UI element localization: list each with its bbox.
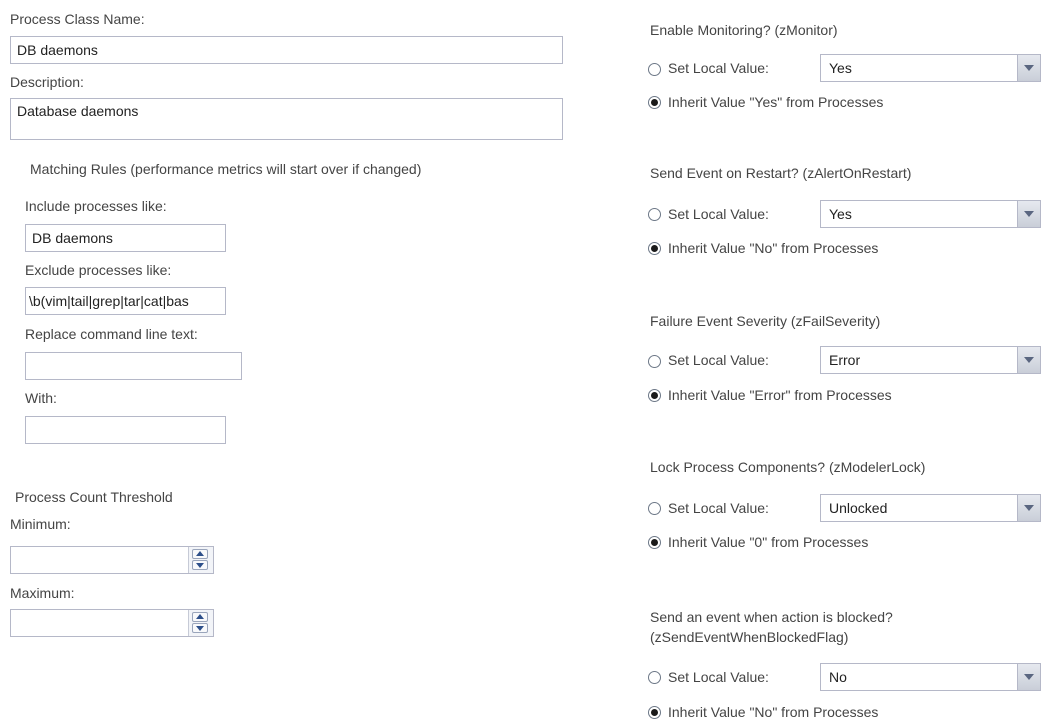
zmodelerlock-title: Lock Process Components? (zModelerLock) — [650, 459, 926, 475]
zsendevent-inherit-radio[interactable] — [648, 706, 661, 719]
zfailseverity-title: Failure Event Severity (zFailSeverity) — [650, 313, 881, 329]
zmonitor-title: Enable Monitoring? (zMonitor) — [650, 22, 838, 38]
zsendevent-set-local-radio[interactable] — [648, 671, 661, 684]
threshold-header: Process Count Threshold — [15, 489, 173, 505]
zfailseverity-set-local-label: Set Local Value: — [668, 352, 769, 368]
with-input[interactable] — [25, 416, 226, 444]
with-label: With: — [25, 390, 57, 406]
replace-input[interactable] — [25, 352, 242, 380]
maximum-increment-icon[interactable] — [192, 612, 208, 622]
zmodelerlock-local-select-value: Unlocked — [829, 500, 888, 516]
include-label: Include processes like: — [25, 198, 167, 214]
description-textarea[interactable]: Database daemons — [10, 98, 563, 140]
maximum-spinner-buttons — [188, 610, 213, 636]
zalertonrestart-local-select-value: Yes — [829, 206, 852, 222]
minimum-spinner-buttons — [188, 547, 213, 573]
zalertonrestart-inherit-radio[interactable] — [648, 242, 661, 255]
zfailseverity-local-select[interactable]: Error — [820, 346, 1041, 374]
zmodelerlock-set-local-radio[interactable] — [648, 502, 661, 515]
zmodelerlock-inherit-label: Inherit Value "0" from Processes — [668, 534, 869, 550]
zmonitor-set-local-label: Set Local Value: — [668, 60, 769, 76]
zmonitor-local-select-value: Yes — [829, 60, 852, 76]
zalertonrestart-title: Send Event on Restart? (zAlertOnRestart) — [650, 165, 912, 181]
zfailseverity-set-local-radio[interactable] — [648, 355, 661, 368]
zmodelerlock-inherit-radio[interactable] — [648, 536, 661, 549]
zsendevent-local-select[interactable]: No — [820, 663, 1041, 691]
replace-label: Replace command line text: — [25, 326, 198, 342]
zfailseverity-local-select-value: Error — [829, 352, 861, 368]
exclude-input[interactable]: \b(vim|tail|grep|tar|cat|bas — [25, 287, 226, 315]
zsendevent-set-local-label: Set Local Value: — [668, 669, 769, 685]
class-name-label: Process Class Name: — [10, 11, 145, 27]
maximum-spinner[interactable] — [10, 609, 214, 637]
zalertonrestart-set-local-radio[interactable] — [648, 208, 661, 221]
zmonitor-local-select[interactable]: Yes — [820, 54, 1041, 82]
maximum-decrement-icon[interactable] — [192, 623, 208, 633]
chevron-down-icon[interactable] — [1017, 664, 1040, 690]
minimum-increment-icon[interactable] — [192, 549, 208, 559]
chevron-down-icon[interactable] — [1017, 201, 1040, 227]
zmonitor-set-local-radio[interactable] — [648, 63, 661, 76]
zmonitor-inherit-radio[interactable] — [648, 96, 661, 109]
exclude-label: Exclude processes like: — [25, 262, 172, 278]
zfailseverity-inherit-label: Inherit Value "Error" from Processes — [668, 387, 892, 403]
zmonitor-inherit-label: Inherit Value "Yes" from Processes — [668, 94, 884, 110]
zsendevent-title: Send an event when action is blocked? — [650, 609, 893, 625]
matching-rules-header: Matching Rules (performance metrics will… — [30, 161, 422, 177]
chevron-down-icon[interactable] — [1017, 495, 1040, 521]
zalertonrestart-inherit-label: Inherit Value "No" from Processes — [668, 240, 879, 256]
minimum-decrement-icon[interactable] — [192, 560, 208, 570]
zsendevent-inherit-label: Inherit Value "No" from Processes — [668, 704, 879, 720]
zalertonrestart-set-local-label: Set Local Value: — [668, 206, 769, 222]
zmodelerlock-set-local-label: Set Local Value: — [668, 500, 769, 516]
class-name-input[interactable]: DB daemons — [10, 36, 563, 64]
zsendevent-title-line2: (zSendEventWhenBlockedFlag) — [650, 629, 849, 645]
zmodelerlock-local-select[interactable]: Unlocked — [820, 494, 1041, 522]
description-label: Description: — [10, 74, 84, 90]
zalertonrestart-local-select[interactable]: Yes — [820, 200, 1041, 228]
chevron-down-icon[interactable] — [1017, 347, 1040, 373]
minimum-label: Minimum: — [10, 516, 71, 532]
zfailseverity-inherit-radio[interactable] — [648, 389, 661, 402]
maximum-label: Maximum: — [10, 585, 75, 601]
chevron-down-icon[interactable] — [1017, 55, 1040, 81]
include-input[interactable]: DB daemons — [25, 224, 226, 252]
zsendevent-local-select-value: No — [829, 669, 847, 685]
minimum-spinner[interactable] — [10, 546, 214, 574]
